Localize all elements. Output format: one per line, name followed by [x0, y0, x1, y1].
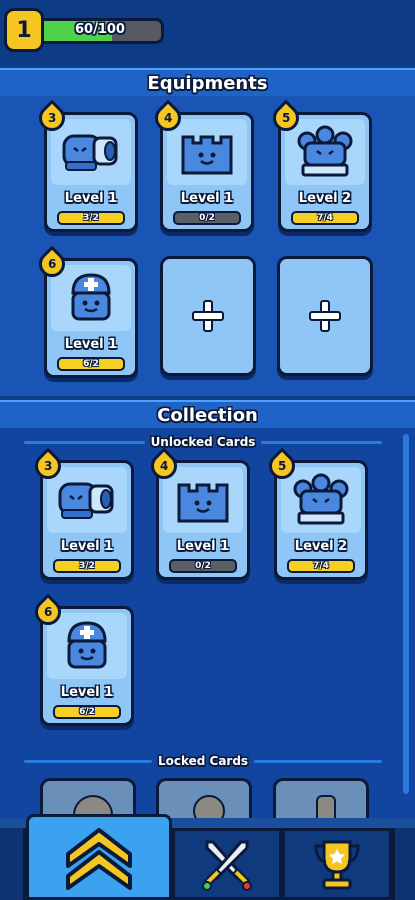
card-progress: 7/4	[291, 211, 359, 225]
locked-cards-label: Locked Cards	[18, 754, 388, 768]
collection-panel: Unlocked Cards 3 Level 1 3/2 4 Level 1 0…	[0, 428, 415, 828]
cannon-icon	[47, 467, 127, 533]
plus-icon	[309, 300, 341, 332]
collection-card-medic[interactable]: 6 Level 1 6/2	[29, 593, 134, 726]
empty-slot-add-button[interactable]	[160, 256, 256, 376]
card-progress: 0/2	[169, 559, 237, 573]
medic-icon	[51, 265, 131, 331]
equipped-card-wall[interactable]: 4 Level 1 0/2	[149, 99, 254, 232]
wall-icon	[163, 467, 243, 533]
player-level-badge[interactable]: 1	[4, 8, 44, 52]
card-level: Level 1	[180, 191, 234, 206]
tab-upgrade[interactable]	[26, 814, 172, 900]
bottom-nav	[0, 814, 415, 900]
equipments-header: Equipments	[0, 68, 415, 98]
equipped-card-cannon[interactable]: 3 Level 1 3/2	[33, 99, 138, 232]
collection-card-triple-turret[interactable]: 5 Level 2 7/4	[263, 447, 368, 580]
card-progress: 7/4	[287, 559, 355, 573]
card-level: Level 1	[64, 191, 118, 206]
card-level: Level 1	[64, 337, 118, 352]
collection-scrollbar[interactable]	[403, 434, 409, 794]
collection-card-wall[interactable]: 4 Level 1 0/2	[145, 447, 250, 580]
trophy-icon	[314, 840, 360, 890]
card-progress: 3/2	[53, 559, 121, 573]
card-level: Level 2	[294, 539, 348, 554]
medic-icon	[47, 613, 127, 679]
triple-turret-icon	[281, 467, 361, 533]
tab-battle[interactable]	[172, 828, 282, 900]
card-progress: 6/2	[57, 357, 125, 371]
collection-card-cannon[interactable]: 3 Level 1 3/2	[29, 447, 134, 580]
equipped-card-medic[interactable]: 6 Level 1 6/2	[33, 245, 138, 378]
triple-turret-icon	[285, 119, 365, 185]
unlocked-cards-label: Unlocked Cards	[18, 435, 388, 449]
card-level: Level 2	[298, 191, 352, 206]
nav-edge	[0, 828, 26, 900]
card-progress: 3/2	[57, 211, 125, 225]
card-progress: 0/2	[173, 211, 241, 225]
crossed-swords-icon	[202, 840, 252, 891]
double-chevron-up-icon	[66, 828, 132, 890]
card-level: Level 1	[176, 539, 230, 554]
tab-trophy[interactable]	[282, 828, 392, 900]
plus-icon	[192, 300, 224, 332]
collection-header: Collection	[0, 400, 415, 430]
equipped-card-triple-turret[interactable]: 5 Level 2 7/4	[267, 99, 372, 232]
empty-slot-add-button[interactable]	[277, 256, 373, 376]
xp-progress-bar: 60/100	[36, 18, 164, 44]
cannon-icon	[51, 119, 131, 185]
card-progress: 6/2	[53, 705, 121, 719]
card-level: Level 1	[60, 685, 114, 700]
wall-icon	[167, 119, 247, 185]
nav-edge	[392, 828, 415, 900]
equipments-panel: 3 Level 1 3/2 4 Level 1 0/2 5 Level 2 7/…	[0, 96, 415, 396]
xp-text: 60/100	[75, 22, 125, 37]
top-bar: 60/100 1	[0, 0, 415, 64]
card-level: Level 1	[60, 539, 114, 554]
